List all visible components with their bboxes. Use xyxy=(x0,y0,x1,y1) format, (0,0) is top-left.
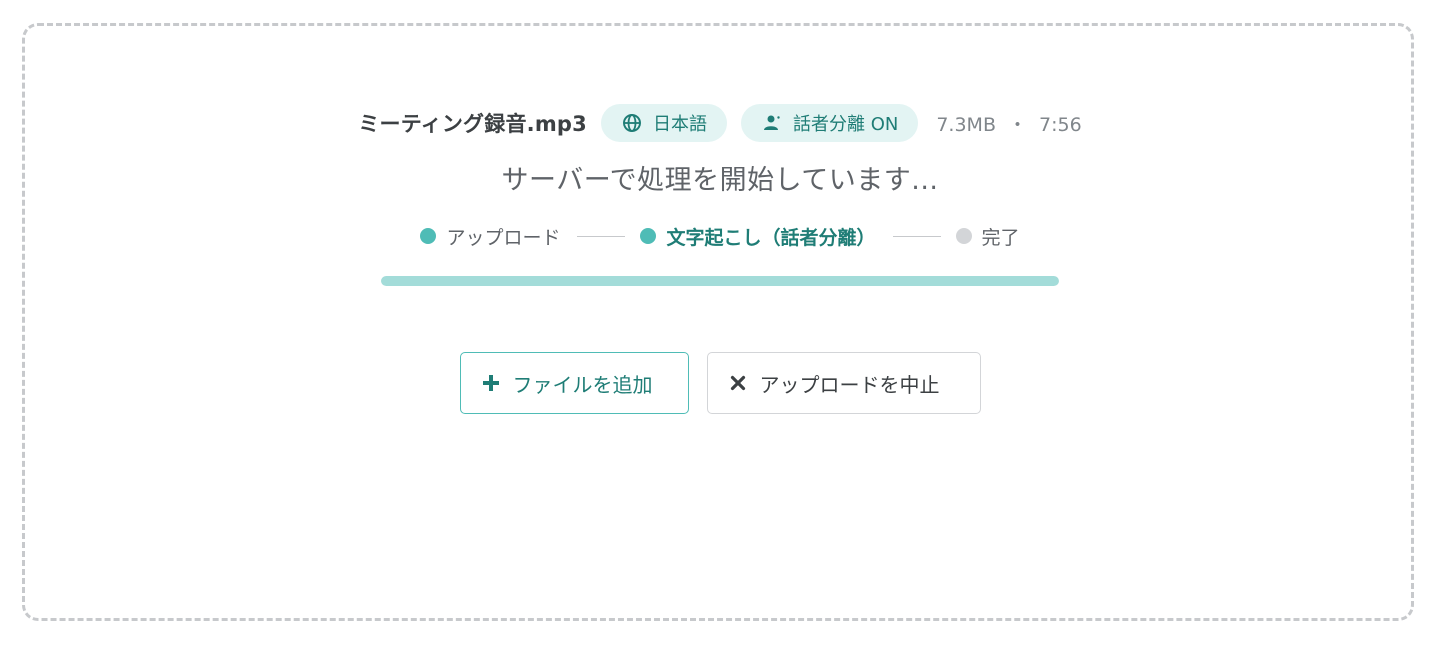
step-transcription: 文字起こし（話者分離） xyxy=(640,223,876,250)
add-file-label: ファイルを追加 xyxy=(512,372,653,397)
cancel-upload-button[interactable]: アップロードを中止 xyxy=(706,352,981,414)
cancel-upload-label: アップロードを中止 xyxy=(759,372,940,397)
step-transcription-dot xyxy=(640,228,657,244)
file-name: ミーティング録音.mp3 xyxy=(358,112,587,136)
step-upload: アップロード xyxy=(420,223,560,250)
file-meta: 7.3MB ・ 7:56 xyxy=(936,110,1081,137)
progress-bar-fill xyxy=(381,276,1059,286)
file-size: 7.3MB xyxy=(936,113,996,136)
person-icon xyxy=(761,112,783,134)
globe-icon xyxy=(621,112,643,134)
status-message: サーバーで処理を開始しています... xyxy=(501,165,939,196)
diarization-chip-label: 話者分離 ON xyxy=(792,114,899,135)
progress-bar xyxy=(381,276,1059,286)
close-icon xyxy=(728,373,748,393)
diarization-chip: 話者分離 ON xyxy=(740,104,919,142)
step-connector xyxy=(892,235,941,237)
step-transcription-label: 文字起こし（話者分離） xyxy=(666,226,876,249)
language-chip: 日本語 xyxy=(600,104,727,142)
step-connector xyxy=(577,235,626,237)
file-duration: 7:56 xyxy=(1039,113,1082,136)
step-upload-dot xyxy=(420,228,437,244)
action-buttons: ファイルを追加 アップロードを中止 xyxy=(0,352,1440,414)
progress-steps: アップロード 文字起こし（話者分離） 完了 xyxy=(0,221,1440,251)
file-info-row: ミーティング録音.mp3 日本語 話者分離 ON 7.3MB ・ 7:56 xyxy=(0,103,1440,143)
step-complete-label: 完了 xyxy=(981,226,1020,249)
step-complete: 完了 xyxy=(955,223,1020,250)
plus-icon xyxy=(481,373,501,393)
meta-separator: ・ xyxy=(1007,113,1027,136)
step-upload-label: アップロード xyxy=(446,226,561,249)
add-file-button[interactable]: ファイルを追加 xyxy=(459,352,689,414)
language-chip-label: 日本語 xyxy=(652,114,707,135)
step-complete-dot xyxy=(955,228,972,244)
